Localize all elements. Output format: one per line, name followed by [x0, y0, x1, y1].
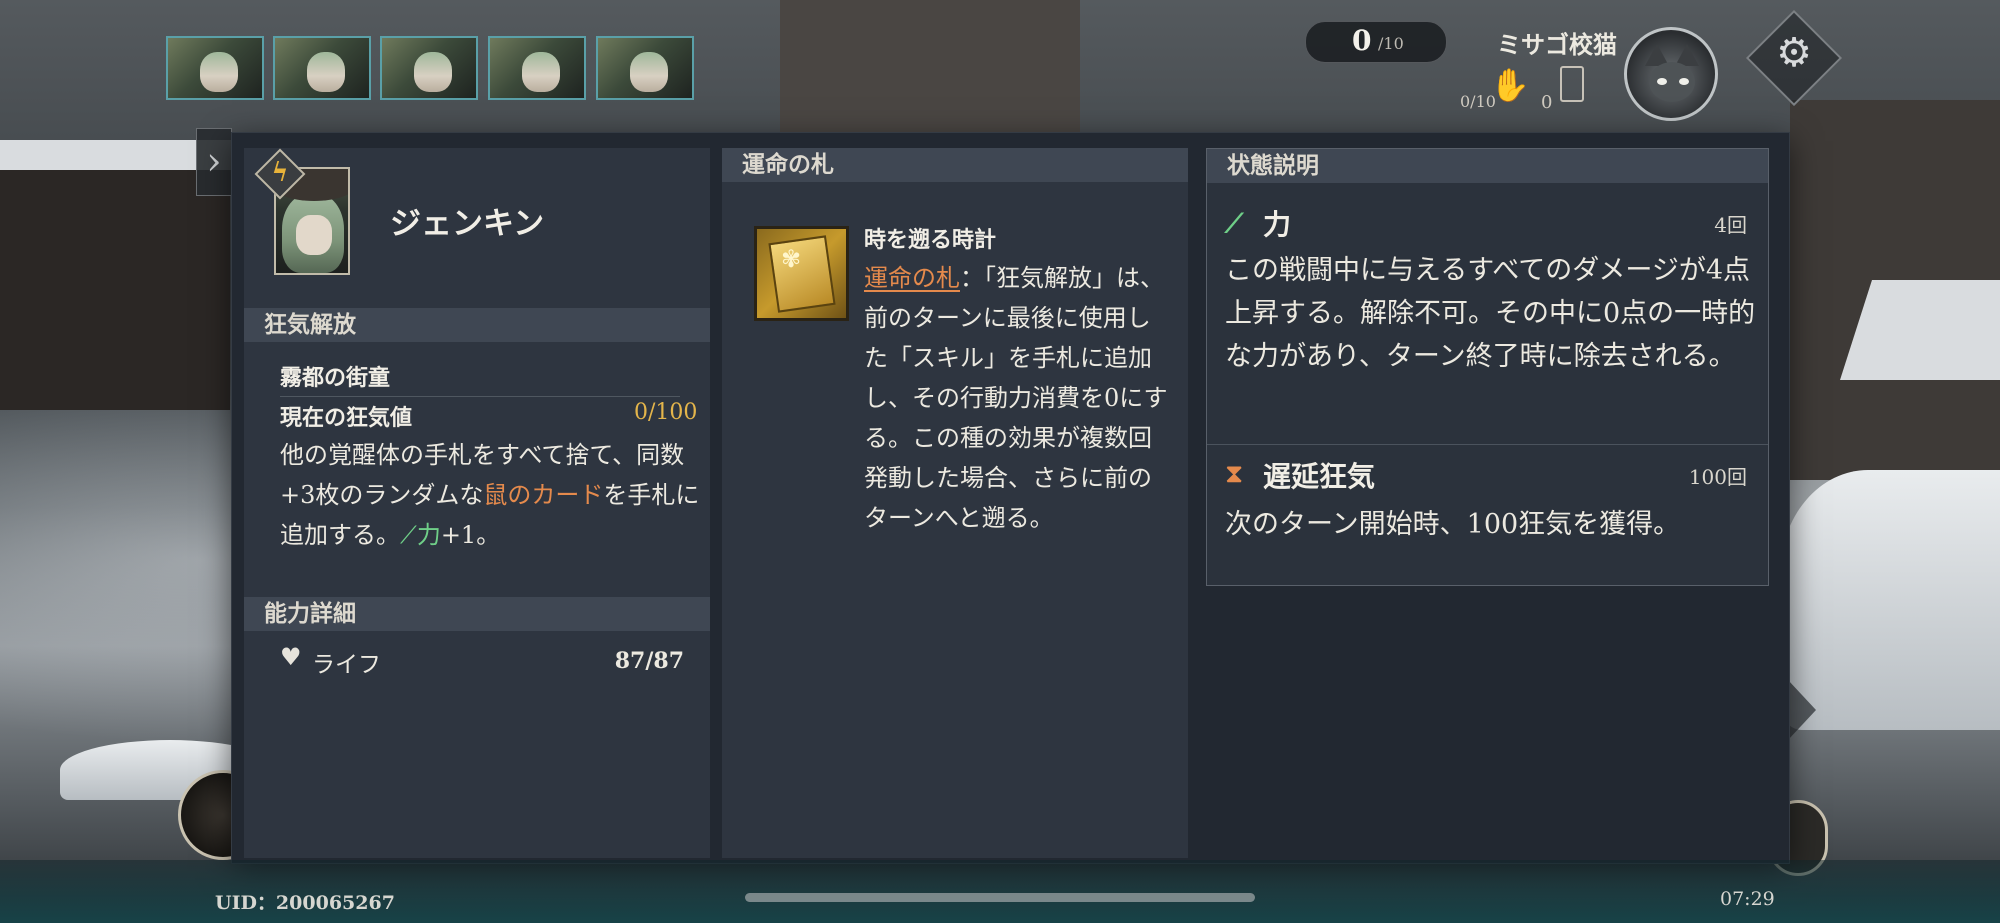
background-tower	[780, 0, 1080, 140]
deck-icon	[1560, 66, 1584, 102]
expand-arrow-icon[interactable]: ›	[196, 128, 232, 196]
sword-icon: ⟋	[400, 521, 417, 549]
avatar-eye	[1657, 78, 1667, 85]
avatar-eye	[1679, 78, 1689, 85]
team-portrait[interactable]	[166, 36, 264, 100]
snow-drift	[1780, 470, 2000, 730]
status-count: 4回	[1714, 213, 1747, 237]
madness-section-header: 狂気解放	[244, 308, 710, 342]
counter-pill	[1305, 21, 1447, 63]
desc-text: ：「狂気解放」は、前のターンに最後に使用した「スキル」を手札に追加し、その行動力…	[864, 264, 1168, 532]
life-label: ライフ	[312, 652, 381, 678]
life-value: 87/87	[614, 648, 684, 674]
team-portrait[interactable]	[488, 36, 586, 100]
divider	[1207, 444, 1768, 445]
ability-section-header: 能力詳細	[244, 597, 710, 631]
portrait-face	[296, 215, 332, 255]
fate-section-header: 運命の札	[722, 148, 1188, 182]
madness-value: 0/100	[634, 400, 698, 425]
status-name: 遅延狂気	[1263, 460, 1376, 493]
rat-card-keyword[interactable]: 鼠のカード	[483, 481, 603, 509]
team-portrait[interactable]	[273, 36, 371, 100]
counter-max: /10	[1378, 34, 1404, 53]
hand-count: 0/10	[1460, 92, 1496, 111]
gear-icon[interactable]: ⚙	[1773, 32, 1815, 74]
strength-keyword[interactable]: 力	[417, 521, 441, 549]
player-name: ミサゴ校猫	[1497, 30, 1617, 59]
madness-description: 他の覚醒体の手札をすべて捨て、同数+3枚のランダムな鼠のカードを手札に追加する。…	[280, 435, 700, 555]
status-description: この戦闘中に与えるすべてのダメージが4点上昇する。解除不可。その中に0点の一時的…	[1225, 255, 1756, 372]
divider	[280, 396, 680, 397]
hand-icon: ✋	[1490, 66, 1530, 104]
fate-card-column: 運命の札 ✾ 時を遡る時計 運命の札：「狂気解放」は、前のターンに最後に使用した…	[722, 148, 1188, 858]
card-face	[768, 235, 836, 313]
status-column: 状態説明 ⟋ 力 4回 この戦闘中に与えるすべてのダメージが4点上昇する。解除不…	[1206, 148, 1769, 586]
clock: 07:29	[1720, 888, 1775, 910]
heart-icon: ♥	[280, 643, 302, 671]
fate-card-image[interactable]: ✾	[754, 226, 849, 321]
madness-subtitle: 霧都の街童	[280, 365, 391, 391]
lightning-bolt-icon: ϟ	[271, 158, 289, 188]
flower-icon: ✾	[781, 245, 802, 273]
team-portrait[interactable]	[380, 36, 478, 100]
counter-value: 0	[1352, 24, 1372, 57]
fate-card-title: 時を遡る時計	[864, 227, 997, 253]
character-info-panel: ϟ ジェンキン 狂気解放 霧都の街童 現在の狂気値 0/100 他の覚醒体の手札…	[232, 133, 1789, 863]
user-id: UID：200065267	[215, 892, 395, 914]
status-count: 100回	[1688, 465, 1747, 489]
fate-card-link[interactable]: 運命の札	[864, 264, 960, 292]
home-indicator[interactable]	[745, 893, 1255, 902]
hourglass-icon: ⧗	[1225, 459, 1244, 489]
madness-label: 現在の狂気値	[280, 405, 413, 431]
deck-count: 0	[1541, 92, 1553, 113]
status-description: 次のターン開始時、100狂気を獲得。	[1225, 509, 1681, 540]
fate-card-description: 運命の札：「狂気解放」は、前のターンに最後に使用した「スキル」を手札に追加し、そ…	[864, 258, 1169, 538]
character-name: ジェンキン	[390, 206, 545, 242]
sword-icon: ⟋	[1225, 209, 1244, 239]
desc-text: +1。	[440, 521, 501, 549]
character-column: ϟ ジェンキン 狂気解放 霧都の街童 現在の狂気値 0/100 他の覚醒体の手札…	[244, 148, 710, 858]
player-avatar[interactable]	[1624, 27, 1718, 121]
team-portrait[interactable]	[596, 36, 694, 100]
status-section-header: 状態説明	[1207, 149, 1768, 183]
status-name: 力	[1263, 208, 1292, 241]
